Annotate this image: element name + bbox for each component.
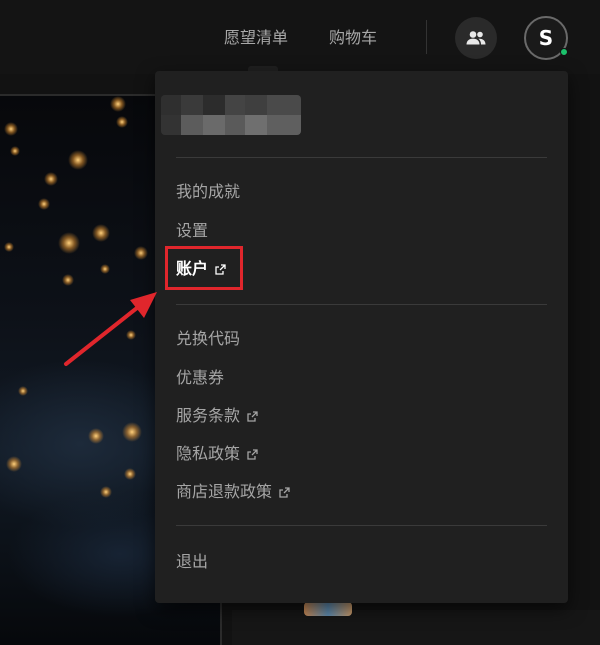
account-dropdown-menu: 我的成就 设置 账户 兑换代码 优惠券 服务条款 隐私政策 商店退款政策 退出 (155, 71, 568, 603)
external-link-icon (247, 448, 258, 460)
user-avatar[interactable]: S (524, 16, 568, 60)
menu-item-coupons[interactable]: 优惠券 (176, 366, 224, 390)
content-panel (232, 610, 600, 645)
friends-icon (466, 31, 486, 45)
top-navigation-bar: 愿望清单 购物车 S (0, 0, 600, 74)
menu-divider (176, 157, 547, 158)
external-link-icon (247, 410, 258, 422)
menu-item-redeem-code[interactable]: 兑换代码 (176, 327, 240, 351)
wishlist-link[interactable]: 愿望清单 (224, 27, 288, 49)
profile-name-blurred (161, 95, 301, 135)
menu-item-refund-policy[interactable]: 商店退款政策 (176, 480, 290, 504)
menu-item-label: 服务条款 (176, 406, 241, 425)
annotation-highlight-box (165, 246, 243, 290)
friends-button[interactable] (455, 17, 497, 59)
menu-item-label: 设置 (176, 221, 209, 240)
menu-item-settings[interactable]: 设置 (176, 219, 208, 243)
online-status-dot (560, 48, 568, 56)
menu-item-privacy-policy[interactable]: 隐私政策 (176, 442, 258, 466)
menu-divider (176, 525, 547, 526)
menu-item-label: 退出 (176, 552, 209, 571)
menu-item-label: 隐私政策 (176, 444, 241, 463)
nav-divider (426, 20, 427, 54)
annotation-arrow-icon (64, 292, 157, 366)
menu-item-label: 商店退款政策 (176, 482, 273, 501)
menu-item-label: 优惠券 (176, 368, 225, 387)
avatar-initial: S (538, 26, 554, 50)
game-thumbnail[interactable] (304, 602, 352, 616)
menu-item-achievements[interactable]: 我的成就 (176, 180, 240, 204)
menu-item-label: 兑换代码 (176, 329, 241, 348)
menu-item-label: 我的成就 (176, 182, 241, 201)
menu-item-sign-out[interactable]: 退出 (176, 550, 208, 574)
menu-item-terms-of-service[interactable]: 服务条款 (176, 404, 258, 428)
external-link-icon (279, 486, 290, 498)
menu-divider (176, 304, 547, 305)
cart-link[interactable]: 购物车 (329, 27, 377, 49)
